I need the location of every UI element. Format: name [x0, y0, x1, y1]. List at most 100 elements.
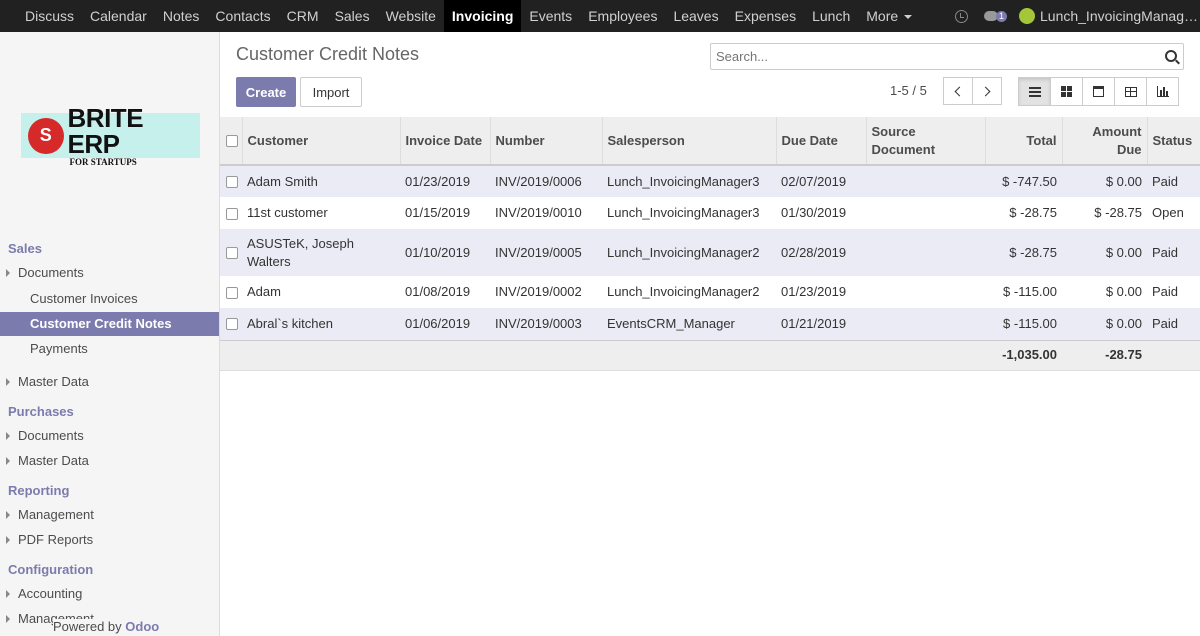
user-avatar[interactable] — [1019, 8, 1035, 24]
cell-source-document — [866, 229, 985, 276]
column-header-status[interactable]: Status — [1146, 117, 1200, 166]
menu-discuss[interactable]: Discuss — [17, 0, 82, 32]
menu-lunch[interactable]: Lunch — [804, 0, 858, 32]
activity-clock-icon[interactable] — [954, 9, 968, 23]
odoo-link[interactable]: Odoo — [125, 619, 159, 634]
row-checkbox[interactable] — [226, 247, 238, 260]
cell-total: $ -28.75 — [985, 229, 1062, 276]
column-header-number[interactable]: Number — [489, 117, 602, 166]
column-header-salesperson[interactable]: Salesperson — [601, 117, 776, 166]
select-all-checkbox[interactable] — [226, 135, 238, 148]
powered-by: Powered by Odoo — [53, 619, 219, 634]
menu-more-dropdown[interactable]: More — [858, 0, 920, 32]
cell-amount-due: $ 0.00 — [1062, 229, 1147, 276]
cell-total: $ -28.75 — [1009, 205, 1057, 220]
menu-crm[interactable]: CRM — [279, 0, 327, 32]
menu-website[interactable]: Website — [378, 0, 444, 32]
sidebar-item-sales-documents[interactable]: Documents — [0, 261, 219, 285]
chevron-left-icon — [954, 86, 965, 96]
search-options-icon[interactable] — [1165, 50, 1177, 62]
cell-status: Open — [1152, 205, 1184, 220]
list-icon — [1028, 86, 1041, 97]
cell-total: $ -747.50 — [985, 165, 1062, 197]
sidebar-item-customer-credit-notes[interactable]: Customer Credit Notes — [0, 312, 219, 336]
sidebar-item-customer-invoices[interactable]: Customer Invoices — [0, 287, 219, 311]
cell-status: Paid — [1152, 284, 1179, 299]
cell-status: Paid — [1147, 308, 1200, 340]
column-header-amount-due[interactable]: Amount Due — [1061, 117, 1147, 166]
column-header-source-document[interactable]: Source Document — [865, 117, 985, 166]
menu-invoicing[interactable]: Invoicing — [443, 0, 522, 32]
menu-calendar[interactable]: Calendar — [82, 0, 155, 32]
cell-source-document — [866, 308, 985, 340]
column-header-total[interactable]: Total — [984, 117, 1062, 166]
table-row[interactable]: Abral`s kitchen 01/06/2019 INV/2019/0003… — [220, 308, 1200, 340]
cell-number: INV/2019/0006 — [490, 165, 602, 197]
sidebar-item-purchases-documents[interactable]: Documents — [0, 424, 219, 448]
cell-due-date: 02/28/2019 — [776, 229, 866, 276]
menu-employees[interactable]: Employees — [580, 0, 665, 32]
row-checkbox[interactable] — [226, 286, 238, 299]
column-header-due-date[interactable]: Due Date — [775, 117, 866, 166]
column-header-customer[interactable]: Customer — [241, 117, 400, 166]
footer-total-sum: -1,035.00 — [985, 339, 1062, 371]
menu-sales[interactable]: Sales — [327, 0, 378, 32]
kanban-view-button[interactable] — [1050, 77, 1083, 106]
company-logo[interactable]: S BRITE ERP FOR STARTUPS — [21, 105, 200, 166]
calendar-view-button[interactable] — [1082, 77, 1115, 106]
cell-customer: Abral`s kitchen — [242, 308, 400, 340]
table-row[interactable]: 11st customer 01/15/2019 INV/2019/0010 L… — [220, 197, 1200, 229]
cell-source-document — [866, 276, 985, 308]
sidebar-item-purchases-master-data[interactable]: Master Data — [0, 449, 219, 473]
sidebar-item-accounting[interactable]: Accounting — [0, 582, 219, 606]
cell-salesperson: EventsCRM_Manager — [602, 308, 776, 340]
sidebar-item-management[interactable]: Management — [0, 503, 219, 527]
table-row[interactable]: Adam 01/08/2019 INV/2019/0002 Lunch_Invo… — [220, 276, 1200, 308]
sidebar-section-purchases: Purchases — [8, 404, 74, 419]
user-menu-name[interactable]: Lunch_InvoicingManager3 — [1040, 8, 1200, 24]
cell-amount-due: $ 0.00 — [1105, 284, 1142, 299]
systray: 1 Lunch_InvoicingManager3 — [954, 0, 1200, 32]
cell-number: INV/2019/0010 — [495, 205, 582, 220]
search-input[interactable] — [711, 44, 1151, 69]
pivot-view-button[interactable] — [1114, 77, 1147, 106]
top-navbar: Discuss Calendar Notes Contacts CRM Sale… — [0, 0, 1200, 32]
kanban-icon — [1061, 86, 1072, 97]
cell-customer: ASUSTeK, Joseph Walters — [242, 229, 400, 276]
cell-due-date: 01/30/2019 — [781, 205, 847, 220]
table-row[interactable]: Adam Smith 01/23/2019 INV/2019/0006 Lunc… — [220, 165, 1200, 197]
row-checkbox[interactable] — [226, 318, 238, 331]
page-title: Customer Credit Notes — [236, 44, 420, 64]
graph-view-button[interactable] — [1146, 77, 1179, 106]
pager-next-button[interactable] — [972, 77, 1002, 105]
menu-notes[interactable]: Notes — [155, 0, 208, 32]
sidebar-item-pdf-reports[interactable]: PDF Reports — [0, 528, 219, 552]
cell-salesperson: Lunch_InvoicingManager3 — [602, 165, 776, 197]
list-view-button[interactable] — [1018, 77, 1051, 106]
create-button[interactable]: Create — [236, 77, 296, 107]
menu-contacts[interactable]: Contacts — [207, 0, 278, 32]
menu-expenses[interactable]: Expenses — [727, 0, 804, 32]
cell-amount-due: $ -28.75 — [1094, 205, 1142, 220]
cell-source-document — [866, 197, 985, 229]
cell-source-document — [866, 165, 985, 197]
sidebar-item-payments[interactable]: Payments — [0, 337, 219, 361]
sidebar-section-sales: Sales — [8, 241, 42, 256]
pager-previous-button[interactable] — [943, 77, 973, 105]
column-header-invoice-date[interactable]: Invoice Date — [399, 117, 490, 166]
menu-events[interactable]: Events — [521, 0, 580, 32]
logo-subtitle: FOR STARTUPS — [69, 156, 137, 167]
pager-value[interactable]: 1-5 / 5 — [890, 83, 927, 98]
sidebar-item-sales-master-data[interactable]: Master Data — [0, 370, 219, 394]
table-row[interactable]: ASUSTeK, Joseph Walters 01/10/2019 INV/2… — [220, 229, 1200, 276]
import-button[interactable]: Import — [300, 77, 362, 107]
pivot-table-icon — [1124, 86, 1137, 97]
menu-leaves[interactable]: Leaves — [665, 0, 726, 32]
row-checkbox[interactable] — [226, 207, 238, 220]
view-switcher — [1018, 77, 1179, 106]
row-checkbox[interactable] — [226, 176, 238, 189]
messaging-menu[interactable]: 1 — [983, 10, 1007, 22]
cell-number: INV/2019/0002 — [495, 284, 582, 299]
footer-amount-due-sum: -28.75 — [1062, 339, 1147, 371]
cell-invoice-date: 01/08/2019 — [405, 284, 471, 299]
